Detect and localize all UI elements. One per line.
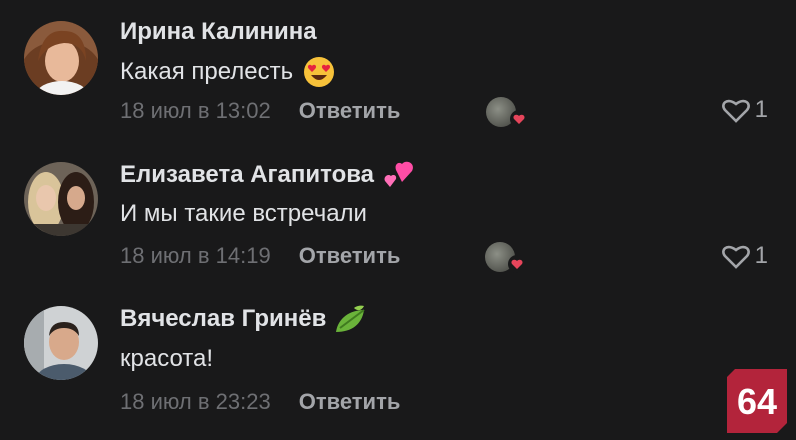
like-count: 1 — [754, 242, 768, 269]
comment-item: Вячеслав Гринёв красота! 18 июл в 23:23 … — [0, 0, 796, 414]
logo-text: 64 — [737, 381, 777, 422]
reply-button[interactable]: Ответить — [299, 389, 401, 415]
avatar[interactable] — [24, 162, 98, 236]
site-logo: 64 — [727, 369, 787, 433]
pink-heart-badge — [382, 160, 416, 190]
author-name[interactable]: Вячеслав Гринёв — [120, 304, 368, 334]
comment-text: красота! — [120, 345, 214, 372]
heart-icon — [508, 255, 526, 273]
comment-date: 18 июл в 14:19 — [120, 243, 271, 268]
avatar[interactable] — [24, 306, 98, 380]
comment-text: И мы такие встречали — [120, 200, 367, 227]
comment-meta: 18 июл в 23:23 Ответить — [120, 389, 400, 415]
green-leaf-badge — [334, 304, 368, 334]
author-name[interactable]: Елизавета Агапитова — [120, 160, 416, 190]
reply-button[interactable]: Ответить — [299, 243, 401, 269]
like-button[interactable]: 1 — [721, 242, 768, 270]
comment-date: 18 июл в 23:23 — [120, 389, 271, 414]
comment-meta: 18 июл в 14:19 Ответить — [120, 243, 400, 269]
heart-outline-icon — [721, 245, 750, 269]
